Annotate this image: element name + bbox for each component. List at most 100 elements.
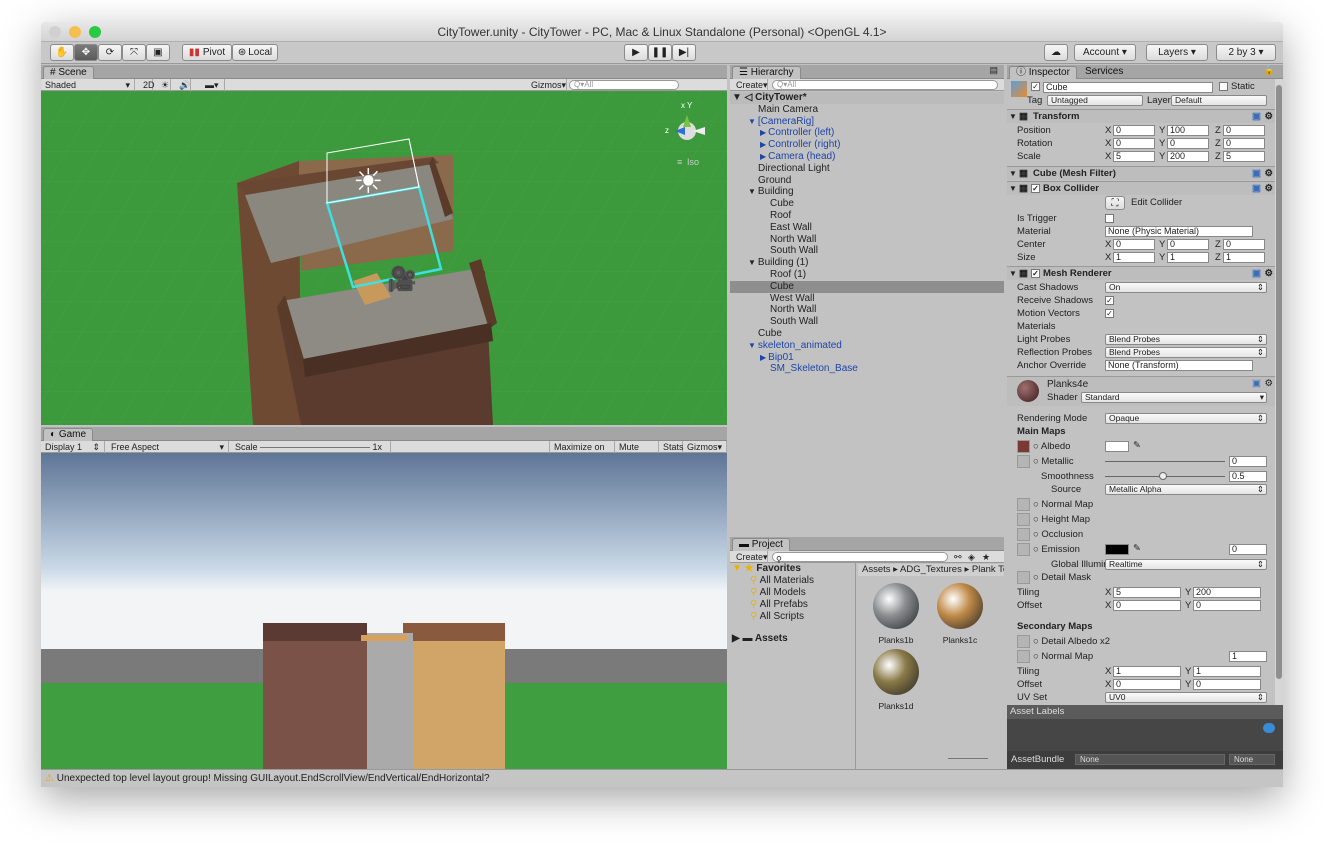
physic-material-field[interactable]: None (Physic Material) xyxy=(1105,226,1253,237)
hierarchy-item[interactable]: ▶ Bip01 xyxy=(730,352,1004,364)
2d-toggle[interactable]: 2D xyxy=(139,79,155,91)
asset-thumbnail[interactable]: Planks1d xyxy=(868,649,924,711)
favorite-item[interactable]: ⚲ All Materials xyxy=(730,575,855,587)
panel-menu-icon[interactable]: ▤ xyxy=(989,65,998,76)
object-name-field[interactable]: Cube xyxy=(1043,82,1213,93)
breadcrumb-adg-textures[interactable]: ADG_Textures xyxy=(900,564,962,575)
texture-slot[interactable] xyxy=(1017,650,1030,663)
layout-dropdown[interactable]: 2 by 3 ▾ xyxy=(1216,44,1276,61)
play-button[interactable]: ▶ xyxy=(624,44,648,61)
inspector-scrollbar[interactable] xyxy=(1275,79,1283,705)
project-create-dropdown[interactable]: Create▾ xyxy=(732,551,768,563)
pivot-toggle[interactable]: ▮▮ Pivot xyxy=(182,44,232,61)
tag-icon[interactable] xyxy=(1263,723,1275,733)
hierarchy-item[interactable]: East Wall xyxy=(730,222,1004,234)
project-search-input[interactable]: ⚲ xyxy=(772,552,948,564)
vector-field-z[interactable]: 1 xyxy=(1223,252,1265,263)
hierarchy-item[interactable]: ▼ Building (1) xyxy=(730,257,1004,269)
motion-vectors-checkbox[interactable]: ✓ xyxy=(1105,309,1114,318)
inspector-scroll-thumb[interactable] xyxy=(1276,85,1282,679)
scene-root-item[interactable]: ▼ ◁ CityTower* xyxy=(730,92,1004,104)
vector-field-y[interactable]: 200 xyxy=(1167,151,1209,162)
material-header[interactable]: Planks4e Shader Standard ▾ ▣ ⚙ xyxy=(1007,376,1275,406)
hierarchy-item[interactable]: ▼ Building xyxy=(730,186,1004,198)
help-icon[interactable]: ▣ xyxy=(1252,168,1261,179)
camera-icon[interactable]: 🎥 xyxy=(387,265,417,293)
vector-field-x[interactable]: 0 xyxy=(1113,239,1155,250)
vector-field-x[interactable]: 0 xyxy=(1113,679,1181,690)
hand-tool-button[interactable]: ✋ xyxy=(50,44,74,61)
component-header[interactable]: ▼ ▦ ✓ Box Collider ▣ ⚙ xyxy=(1007,181,1275,195)
tag-dropdown[interactable]: Untagged xyxy=(1047,95,1143,106)
hierarchy-item[interactable]: Directional Light xyxy=(730,163,1004,175)
vector-field-x[interactable]: 1 xyxy=(1113,252,1155,263)
shading-mode-dropdown[interactable]: Shaded ▾ xyxy=(41,79,135,91)
vector-field-y[interactable]: 1 xyxy=(1193,666,1261,677)
vector-field-x[interactable]: 0 xyxy=(1113,125,1155,136)
help-icon[interactable]: ▣ xyxy=(1252,268,1261,279)
local-toggle[interactable]: ⊛ Local xyxy=(232,44,278,61)
tab-services[interactable]: Services xyxy=(1079,66,1129,79)
vector-field-z[interactable]: 0 xyxy=(1223,125,1265,136)
expand-right-icon[interactable]: ▶ xyxy=(760,140,766,149)
hierarchy-create-dropdown[interactable]: Create▾ xyxy=(732,79,768,91)
zoom-window-button[interactable] xyxy=(89,26,101,38)
hierarchy-item[interactable]: Main Camera xyxy=(730,104,1004,116)
reflection-probes-dropdown[interactable]: Blend Probes ⇕ xyxy=(1105,347,1267,358)
smoothness-slider-thumb[interactable] xyxy=(1159,472,1167,480)
asset-bundle-variant-dropdown[interactable]: None xyxy=(1229,754,1275,765)
gi-dropdown[interactable]: Realtime ⇕ xyxy=(1105,559,1267,570)
tab-game[interactable]: ◐ Game xyxy=(43,428,94,441)
hierarchy-item[interactable]: South Wall xyxy=(730,245,1004,257)
expand-down-icon[interactable]: ▼ xyxy=(1009,112,1017,121)
vector-field-y[interactable]: 0 xyxy=(1193,679,1261,690)
vector-field-y[interactable]: 0 xyxy=(1167,138,1209,149)
pause-button[interactable]: ❚❚ xyxy=(648,44,672,61)
hierarchy-item[interactable]: ▶ Controller (right) xyxy=(730,139,1004,151)
breadcrumb-plank-textures[interactable]: Plank Te xyxy=(972,564,1004,575)
gear-icon[interactable]: ⚙ xyxy=(1264,183,1273,194)
minimize-window-button[interactable] xyxy=(69,26,81,38)
account-dropdown[interactable]: Account ▾ xyxy=(1074,44,1136,61)
component-enabled-checkbox[interactable]: ✓ xyxy=(1031,269,1040,278)
vector-field-x[interactable]: 5 xyxy=(1113,587,1181,598)
filter-label-icon[interactable]: ◈ xyxy=(968,551,975,563)
favorite-item[interactable]: ⚲ All Prefabs xyxy=(730,599,855,611)
expand-down-icon[interactable]: ▼ xyxy=(748,187,756,196)
metallic-field[interactable]: 0 xyxy=(1229,456,1267,467)
anchor-override-field[interactable]: None (Transform) xyxy=(1105,360,1253,371)
cast-shadows-dropdown[interactable]: On ⇕ xyxy=(1105,282,1267,293)
uv-set-dropdown[interactable]: UV0 ⇕ xyxy=(1105,692,1267,703)
favorite-item[interactable]: ⚲ All Scripts xyxy=(730,611,855,623)
rotate-tool-button[interactable]: ⟳ xyxy=(98,44,122,61)
shader-dropdown[interactable]: Standard ▾ xyxy=(1081,392,1267,403)
vector-field-z[interactable]: 5 xyxy=(1223,151,1265,162)
hierarchy-item[interactable]: North Wall xyxy=(730,234,1004,246)
scale-tool-button[interactable]: ⤧ xyxy=(122,44,146,61)
edit-collider-button[interactable]: ⛶ xyxy=(1105,196,1125,210)
hierarchy-item[interactable]: Ground xyxy=(730,175,1004,187)
close-window-button[interactable] xyxy=(49,26,61,38)
help-icon[interactable]: ▣ xyxy=(1252,378,1261,389)
maximize-on-play-toggle[interactable]: Maximize on Play xyxy=(549,441,615,464)
tab-project[interactable]: ▬ Project xyxy=(732,538,790,551)
hierarchy-item[interactable]: ▼ skeleton_animated xyxy=(730,340,1004,352)
smoothness-field[interactable]: 0.5 xyxy=(1229,471,1267,482)
expand-right-icon[interactable]: ▶ xyxy=(760,128,766,137)
expand-down-icon[interactable]: ▼ xyxy=(1009,269,1017,278)
albedo-color-swatch[interactable] xyxy=(1105,441,1129,452)
mute-audio-toggle[interactable]: Mute audio xyxy=(615,441,659,464)
vector-field-y[interactable]: 1 xyxy=(1167,252,1209,263)
expand-down-icon[interactable]: ▼ xyxy=(748,117,756,126)
texture-slot[interactable] xyxy=(1017,543,1030,556)
cloud-button[interactable]: ☁ xyxy=(1044,44,1068,61)
source-dropdown[interactable]: Metallic Alpha ⇕ xyxy=(1105,484,1267,495)
vector-field-x[interactable]: 5 xyxy=(1113,151,1155,162)
texture-slot[interactable] xyxy=(1017,513,1030,526)
component-header[interactable]: ▼ ▦ Cube (Mesh Filter) ▣ ⚙ xyxy=(1007,166,1275,180)
move-tool-button[interactable]: ✥ xyxy=(74,44,98,61)
hierarchy-item[interactable]: Roof (1) xyxy=(730,269,1004,281)
eyedropper-icon[interactable]: ✎ xyxy=(1133,543,1141,554)
gear-icon[interactable]: ⚙ xyxy=(1264,111,1273,122)
component-enabled-checkbox[interactable]: ✓ xyxy=(1031,184,1040,193)
